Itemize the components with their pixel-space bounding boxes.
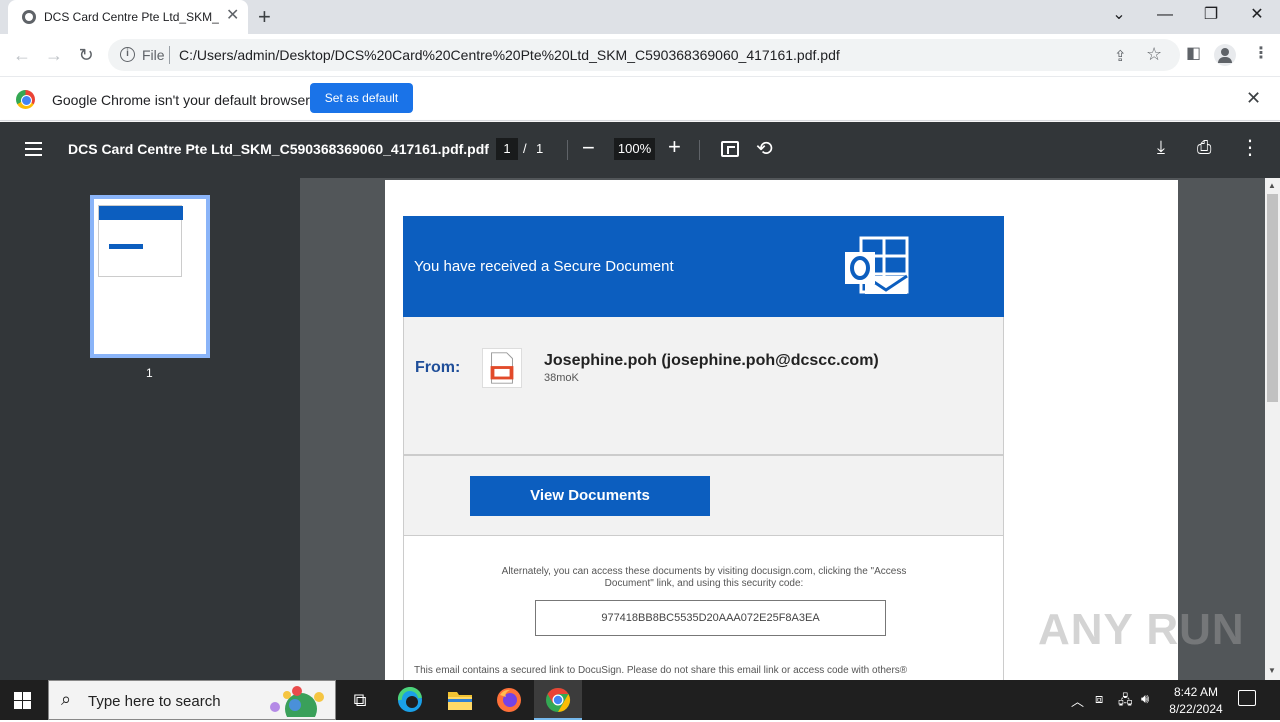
url-text[interactable]: C:/Users/admin/Desktop/DCS%20Card%20Cent… xyxy=(179,47,840,63)
zoom-out-icon[interactable]: − xyxy=(582,135,595,161)
back-arrow-icon[interactable]: ← xyxy=(8,42,36,70)
omnibox-divider xyxy=(169,46,170,64)
chrome-menu-icon[interactable]: ⋮ xyxy=(1253,43,1269,63)
file-explorer-icon[interactable] xyxy=(445,685,475,715)
chrome-icon xyxy=(546,688,571,712)
page-number-input[interactable]: 1 xyxy=(496,138,518,160)
network-icon[interactable]: 🖧 xyxy=(1118,691,1133,713)
thumbnail-button xyxy=(109,244,143,249)
fit-to-page-icon[interactable] xyxy=(721,141,739,157)
document-icon xyxy=(482,348,522,388)
globe-icon xyxy=(22,10,36,24)
clock-time: 8:42 AM xyxy=(1173,685,1219,699)
volume-icon[interactable]: 🔊︎ xyxy=(1141,691,1149,707)
security-footnote: This email contains a secured link to Do… xyxy=(414,665,908,676)
thumbnail-banner xyxy=(99,206,183,220)
share-icon[interactable]: ⇪ xyxy=(1114,47,1127,65)
clock-date: 8/22/2024 xyxy=(1169,702,1223,716)
task-view-icon[interactable]: ⧉ xyxy=(345,685,375,715)
scroll-up-arrow-icon[interactable]: ▲ xyxy=(1268,181,1276,190)
tab-strip: DCS Card Centre Pte Ltd_SKM_C ✕ + ⌄ — ❐ … xyxy=(0,0,1280,34)
tab-search-icon[interactable]: ⌄ xyxy=(1104,5,1134,25)
tab-close-icon[interactable]: ✕ xyxy=(226,7,239,25)
window-close-button[interactable]: ✕ xyxy=(1242,5,1272,25)
windows-taskbar: ⌕ Type here to search ⧉ ︿ ⧈ 🖧 🔊︎ 8:42 AM… xyxy=(0,680,1280,720)
side-panel-icon[interactable]: ◧ xyxy=(1186,43,1201,63)
pdf-toolbar: DCS Card Centre Pte Ltd_SKM_C59036836906… xyxy=(0,122,1280,178)
tray-app-icon[interactable]: ⧈ xyxy=(1095,691,1103,707)
search-icon: ⌕ xyxy=(61,689,72,709)
page-thumbnail[interactable] xyxy=(90,195,210,358)
secure-document-banner: You have received a Secure Document xyxy=(403,216,1004,317)
sender-section: From: Josephine.poh (josephine.poh@dcscc… xyxy=(403,317,1004,455)
pdf-more-icon[interactable]: ⋮ xyxy=(1240,135,1260,160)
bookmark-star-icon[interactable]: ☆ xyxy=(1146,44,1162,65)
view-button-section: View Documents xyxy=(403,455,1004,536)
tab-title: DCS Card Centre Pte Ltd_SKM_C xyxy=(44,10,219,24)
thumbnail-sidebar: 1 xyxy=(0,178,300,680)
chrome-taskbar-item[interactable] xyxy=(534,680,582,720)
toolbar-divider xyxy=(567,140,568,160)
rotate-icon[interactable]: ⟲ xyxy=(756,136,773,161)
file-size: 38moK xyxy=(544,372,579,384)
anyrun-watermark: ANY RUN xyxy=(1038,605,1245,654)
minimize-button[interactable]: — xyxy=(1150,5,1180,25)
browser-tab[interactable]: DCS Card Centre Pte Ltd_SKM_C ✕ xyxy=(8,0,248,34)
profile-avatar-icon[interactable] xyxy=(1214,44,1236,66)
site-info-icon[interactable]: i xyxy=(120,47,135,62)
system-clock[interactable]: 8:42 AM 8/22/2024 xyxy=(1160,684,1232,718)
download-icon[interactable]: ⤓ xyxy=(1157,137,1165,158)
sidebar-menu-icon[interactable] xyxy=(25,142,42,156)
default-browser-infobar: Google Chrome isn't your default browser… xyxy=(0,78,1280,121)
url-scheme: File xyxy=(142,47,165,63)
page-total: 1 xyxy=(536,141,544,156)
alternate-access-text: Alternately, you can access these docume… xyxy=(501,566,907,589)
zoom-level-input[interactable]: 100% xyxy=(614,138,655,160)
address-bar[interactable]: i File C:/Users/admin/Desktop/DCS%20Card… xyxy=(108,39,1180,71)
chrome-logo-icon xyxy=(16,90,35,109)
from-label: From: xyxy=(415,359,461,376)
page-separator: / xyxy=(523,141,527,156)
notification-center-icon[interactable] xyxy=(1238,690,1256,706)
thumbnail-preview xyxy=(98,205,183,277)
search-placeholder: Type here to search xyxy=(88,693,221,710)
infobar-close-icon[interactable]: ✕ xyxy=(1246,88,1261,109)
sender-name: Josephine.poh (josephine.poh@dcscc.com) xyxy=(544,352,879,369)
view-documents-button[interactable]: View Documents xyxy=(470,476,710,516)
outlook-logo-icon xyxy=(845,236,909,294)
infobar-message: Google Chrome isn't your default browser xyxy=(52,92,310,108)
zoom-in-icon[interactable]: + xyxy=(668,134,681,160)
scrollbar-thumb[interactable] xyxy=(1267,194,1278,402)
security-code-box: 977418BB8BC5535D20AAA072E25F8A3EA xyxy=(535,600,886,636)
print-icon[interactable]: ⎙ xyxy=(1197,137,1211,158)
restore-button[interactable]: ❐ xyxy=(1196,5,1226,25)
tray-overflow-icon[interactable]: ︿ xyxy=(1071,691,1084,710)
forward-arrow-icon[interactable]: → xyxy=(40,42,68,70)
windows-start-icon[interactable] xyxy=(14,692,31,709)
browser-toolbar: ← → ↻ i File C:/Users/admin/Desktop/DCS%… xyxy=(0,34,1280,77)
scroll-down-arrow-icon[interactable]: ▼ xyxy=(1268,666,1276,675)
viewer-scrollbar[interactable]: ▲ ▼ xyxy=(1265,178,1280,680)
reload-icon[interactable]: ↻ xyxy=(72,42,100,70)
taskbar-search-box[interactable]: ⌕ Type here to search xyxy=(48,680,336,720)
access-code-section: Alternately, you can access these docume… xyxy=(403,536,1004,680)
new-tab-button[interactable]: + xyxy=(258,4,271,30)
firefox-icon[interactable] xyxy=(494,685,524,715)
edge-icon[interactable] xyxy=(395,685,425,715)
thumbnail-page-number: 1 xyxy=(146,366,153,380)
banner-text: You have received a Secure Document xyxy=(414,258,674,275)
pdf-title: DCS Card Centre Pte Ltd_SKM_C59036836906… xyxy=(68,141,489,157)
set-default-button[interactable]: Set as default xyxy=(310,83,413,113)
toolbar-divider xyxy=(699,140,700,160)
search-highlight-icon xyxy=(270,686,324,717)
